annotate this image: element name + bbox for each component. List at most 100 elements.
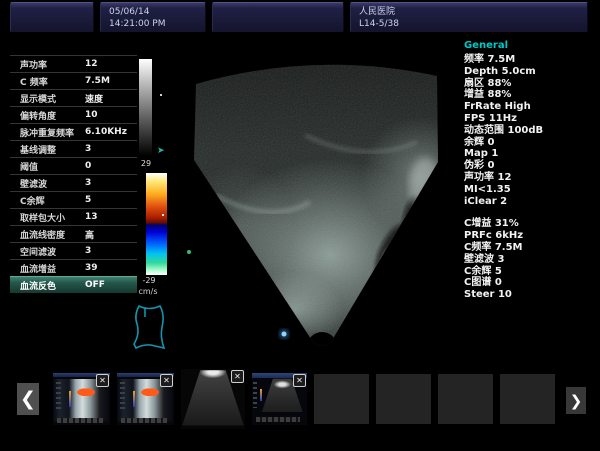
- thumbnail[interactable]: ✕: [181, 369, 245, 429]
- parameter-row[interactable]: 血流增益 39: [10, 259, 137, 276]
- parameter-row[interactable]: 声功率 12: [10, 55, 137, 72]
- date-text: 05/06/14: [109, 6, 205, 18]
- thumbnail[interactable]: ✕: [376, 374, 431, 424]
- thumbnail-close-icon[interactable]: ✕: [96, 374, 109, 387]
- parameter-label: 基线调整: [20, 143, 82, 156]
- parameter-row[interactable]: C 频率 7.5M: [10, 72, 137, 89]
- thumbnail-close-icon[interactable]: ✕: [293, 374, 306, 387]
- parameter-value: 5: [85, 195, 91, 205]
- thumbnail-close-icon[interactable]: ✕: [160, 374, 173, 387]
- info-line: Map 1: [464, 148, 596, 160]
- info-line: 余辉 0: [464, 137, 596, 149]
- parameter-label: 声功率: [20, 58, 82, 71]
- parameter-value: 7.5M: [85, 76, 110, 86]
- parameter-value: 39: [85, 263, 98, 273]
- time-text: 14:21:00 PM: [109, 18, 205, 30]
- topbar-datetime: 05/06/14 14:21:00 PM: [100, 2, 206, 32]
- thumbnail[interactable]: ✕: [314, 374, 369, 424]
- parameter-label: 偏转角度: [20, 109, 82, 122]
- parameter-value: 3: [85, 144, 91, 154]
- parameter-value: 3: [85, 246, 91, 256]
- parameter-row[interactable]: 血流线密度 高: [10, 225, 137, 242]
- colorbar-marker-dot: [162, 214, 164, 216]
- info-group-gap: [464, 207, 596, 218]
- parameter-label: 阈值: [20, 160, 82, 173]
- parameter-label: 壁滤波: [20, 177, 82, 190]
- hospital-name: 人民医院: [359, 6, 587, 18]
- info-line: C余辉 5: [464, 266, 596, 278]
- info-line: iClear 2: [464, 196, 596, 208]
- parameter-panel: 声功率 12 C 频率 7.5M 显示模式 速度 偏转角度 10 脉冲重复频率 …: [10, 55, 137, 293]
- info-line: C频率 7.5M: [464, 242, 596, 254]
- prev-page-button[interactable]: ❮: [17, 383, 39, 415]
- info-line: C图谱 0: [464, 277, 596, 289]
- next-page-button[interactable]: ❯: [566, 387, 586, 414]
- parameter-label: 血流增益: [20, 262, 82, 275]
- parameter-value: 高: [85, 228, 94, 241]
- ultrasound-screen: 05/06/14 14:21:00 PM 人民医院 L14-5/38 声功率 1…: [0, 0, 600, 451]
- thumbnail-strip: ✕ ✕ ✕ ✕ ✕ ✕ ✕ ✕: [53, 367, 555, 431]
- parameter-label: 脉冲重复频率: [20, 126, 82, 139]
- info-line: 声功率 12: [464, 172, 596, 184]
- probe-position-dot: [282, 332, 287, 337]
- parameter-row[interactable]: C余辉 5: [10, 191, 137, 208]
- gain-marker-arrow-icon: ➤: [157, 146, 165, 156]
- info-line: MI<1.35: [464, 184, 596, 196]
- grayscale-marker-dot: [160, 94, 162, 96]
- topbar-cell-blank: [10, 2, 94, 32]
- parameter-row[interactable]: 血流反色 OFF: [10, 276, 137, 293]
- parameter-row[interactable]: 空间滤波 3: [10, 242, 137, 259]
- thumbnail[interactable]: ✕: [117, 373, 174, 425]
- info-line: 动态范围 100dB: [464, 125, 596, 137]
- parameter-value: 13: [85, 212, 98, 222]
- parameter-value: 12: [85, 59, 98, 69]
- chevron-left-icon: ❮: [20, 388, 36, 410]
- topbar-cell-blank2: [212, 2, 344, 32]
- thumbnail[interactable]: ✕: [252, 373, 307, 425]
- parameter-value: 3: [85, 178, 91, 188]
- info-line: 增益 88%: [464, 89, 596, 101]
- ultrasound-image: [185, 40, 447, 355]
- doppler-color-bar: [146, 173, 167, 275]
- parameter-row[interactable]: 阈值 0: [10, 157, 137, 174]
- parameter-label: C 频率: [20, 75, 82, 88]
- parameter-value: 10: [85, 110, 98, 120]
- info-line: FPS 11Hz: [464, 113, 596, 125]
- info-line: Steer 10: [464, 289, 596, 301]
- parameter-label: 血流线密度: [20, 228, 82, 241]
- probe-model: L14-5/38: [359, 18, 587, 30]
- parameter-row[interactable]: 基线调整 3: [10, 140, 137, 157]
- parameter-row[interactable]: 取样包大小 13: [10, 208, 137, 225]
- top-bar: 05/06/14 14:21:00 PM 人民医院 L14-5/38: [10, 2, 588, 32]
- info-line: 扇区 88%: [464, 78, 596, 90]
- parameter-label: 取样包大小: [20, 211, 82, 224]
- info-line: Depth 5.0cm: [464, 66, 596, 78]
- parameter-row[interactable]: 偏转角度 10: [10, 106, 137, 123]
- chevron-right-icon: ❯: [570, 392, 583, 410]
- thumbnail[interactable]: ✕: [53, 373, 110, 425]
- color-mode-info-list: C增益 31%PRFc 6kHzC频率 7.5M壁滤波 3C余辉 5C图谱 0S…: [464, 218, 596, 301]
- thumbnail[interactable]: ✕: [438, 374, 493, 424]
- parameter-row[interactable]: 壁滤波 3: [10, 174, 137, 191]
- velocity-max-label: 29: [138, 159, 154, 168]
- info-line: 频率 7.5M: [464, 54, 596, 66]
- parameter-row[interactable]: 脉冲重复频率 6.10KHz: [10, 123, 137, 140]
- ultrasound-image-area: [185, 40, 447, 355]
- parameter-label: 血流反色: [20, 279, 82, 292]
- parameter-value: OFF: [85, 280, 105, 290]
- info-line: FrRate High: [464, 101, 596, 113]
- parameter-label: 显示模式: [20, 92, 82, 105]
- preset-title: General: [464, 40, 596, 52]
- parameter-row[interactable]: 显示模式 速度: [10, 89, 137, 106]
- grayscale-bar: [139, 59, 152, 156]
- velocity-unit-label: cm/s: [133, 287, 163, 296]
- thumbnail-close-icon[interactable]: ✕: [231, 370, 244, 383]
- info-line: 壁滤波 3: [464, 254, 596, 266]
- b-mode-info-list: 频率 7.5MDepth 5.0cm扇区 88%增益 88%FrRate Hig…: [464, 54, 596, 207]
- info-line: PRFc 6kHz: [464, 230, 596, 242]
- parameter-label: C余辉: [20, 194, 82, 207]
- parameter-value: 0: [85, 161, 91, 171]
- topbar-hospital: 人民医院 L14-5/38: [350, 2, 588, 32]
- thumbnail[interactable]: ✕: [500, 374, 555, 424]
- parameter-value: 6.10KHz: [85, 127, 127, 137]
